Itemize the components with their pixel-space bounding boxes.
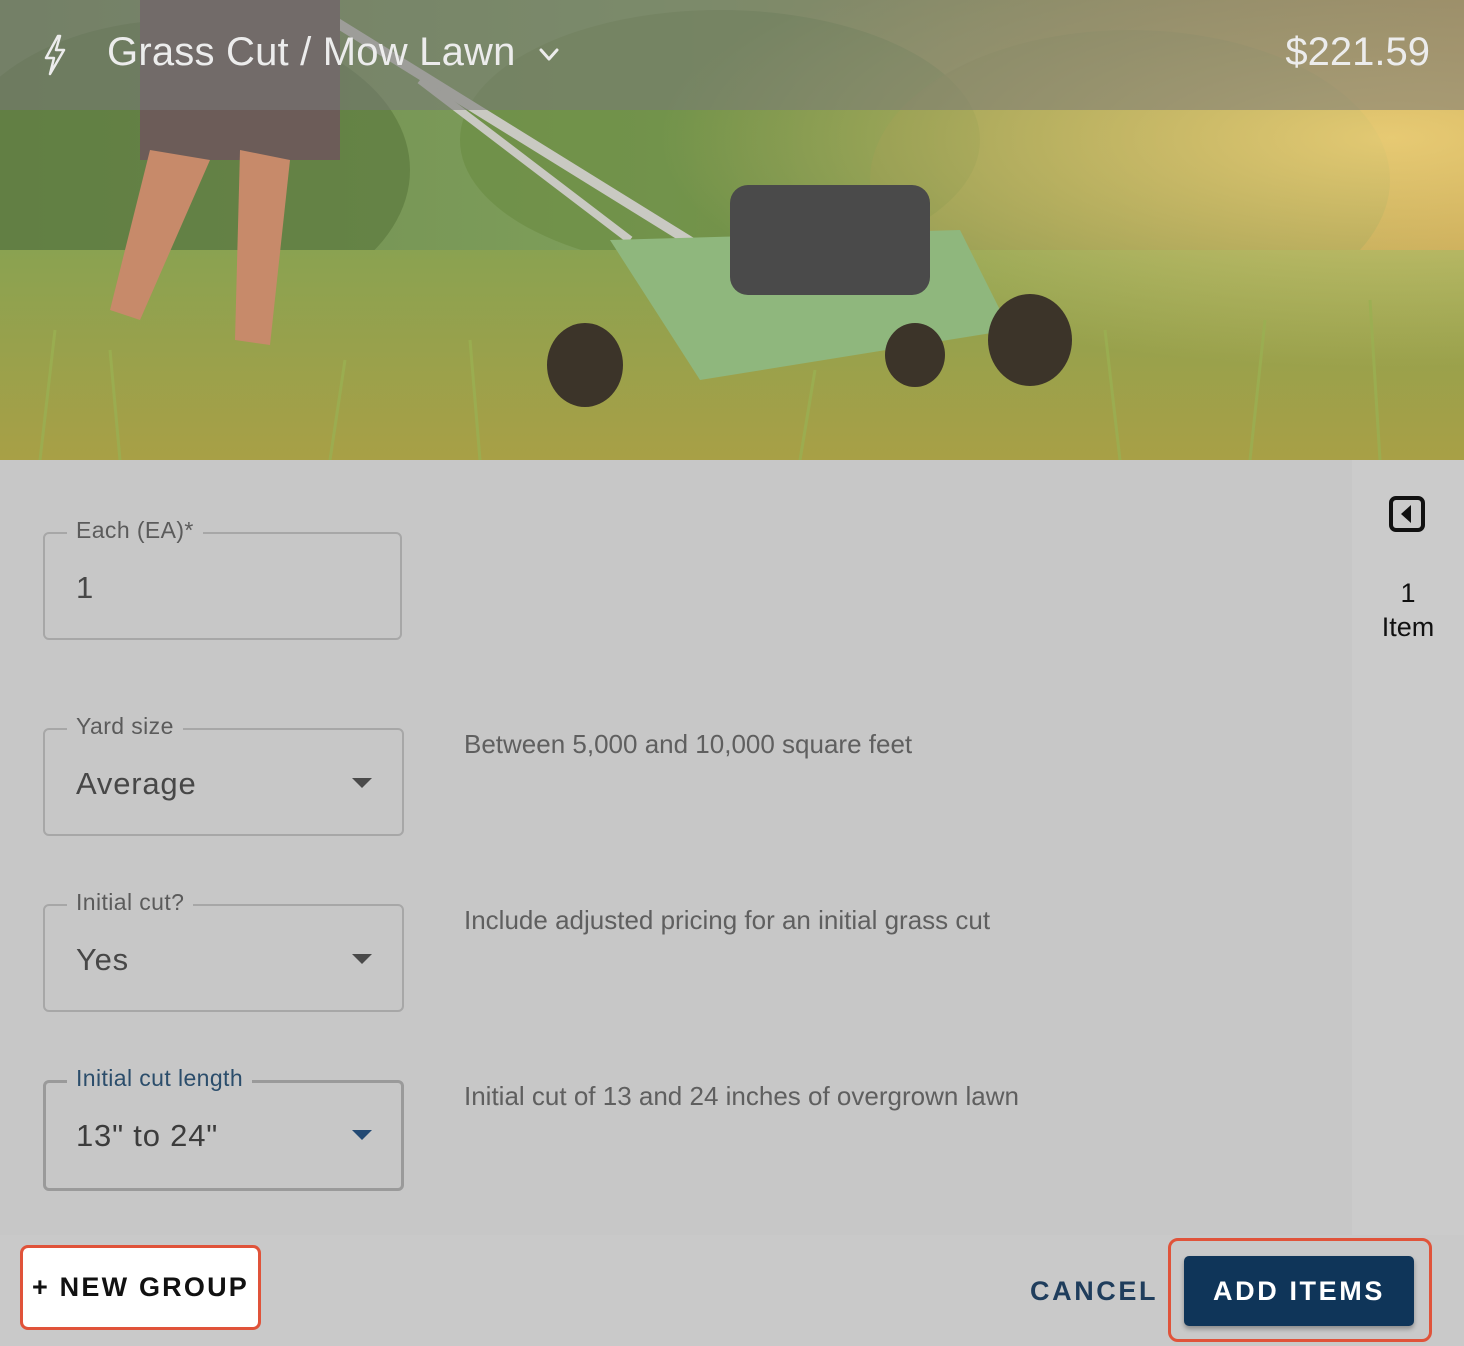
each-quantity-field[interactable]: Each (EA)* 1 [43,517,402,640]
initial-cut-label: Initial cut? [67,889,194,916]
add-items-button[interactable]: ADD ITEMS [1184,1256,1414,1326]
initial-cut-length-value: 13" to 24" [76,1118,219,1153]
chevron-down-icon[interactable] [536,42,562,68]
service-title[interactable]: Grass Cut / Mow Lawn [107,30,516,75]
each-quantity-value[interactable]: 1 [76,570,94,606]
each-quantity-label: Each (EA)* [67,517,203,544]
item-count: 1 Item [1352,576,1464,644]
yard-size-description: Between 5,000 and 10,000 square feet [464,729,913,759]
yard-size-select[interactable]: Yard size Average [43,713,404,836]
initial-cut-description: Include adjusted pricing for an initial … [464,905,991,935]
hero-image: Grass Cut / Mow Lawn $221.59 [0,0,1464,460]
initial-cut-length-label: Initial cut length [67,1065,253,1092]
new-group-button[interactable]: + NEW GROUP [23,1248,258,1327]
initial-cut-value: Yes [76,942,129,977]
dropdown-arrow-icon[interactable] [352,1130,372,1140]
yard-size-label: Yard size [67,713,183,740]
item-count-number: 1 [1400,578,1416,608]
add-items-dialog: Grass Cut / Mow Lawn $221.59 1 Item Each… [0,0,1464,1346]
new-group-highlight: + NEW GROUP [20,1245,261,1330]
bolt-icon [44,34,66,76]
cancel-button[interactable]: CANCEL [1022,1265,1166,1317]
total-price: $221.59 [1285,30,1430,74]
initial-cut-select[interactable]: Initial cut? Yes [43,889,404,1012]
initial-cut-length-select[interactable]: Initial cut length 13" to 24" [43,1065,404,1191]
initial-cut-length-description: Initial cut of 13 and 24 inches of overg… [464,1081,1020,1111]
dropdown-arrow-icon[interactable] [352,954,372,964]
side-rail: 1 Item [1352,460,1464,1235]
dialog-footer: + NEW GROUP CANCEL ADD ITEMS [0,1235,1464,1346]
collapse-left-icon[interactable] [1389,496,1425,532]
dropdown-arrow-icon[interactable] [352,778,372,788]
yard-size-value: Average [76,766,197,801]
item-count-label: Item [1381,612,1435,642]
